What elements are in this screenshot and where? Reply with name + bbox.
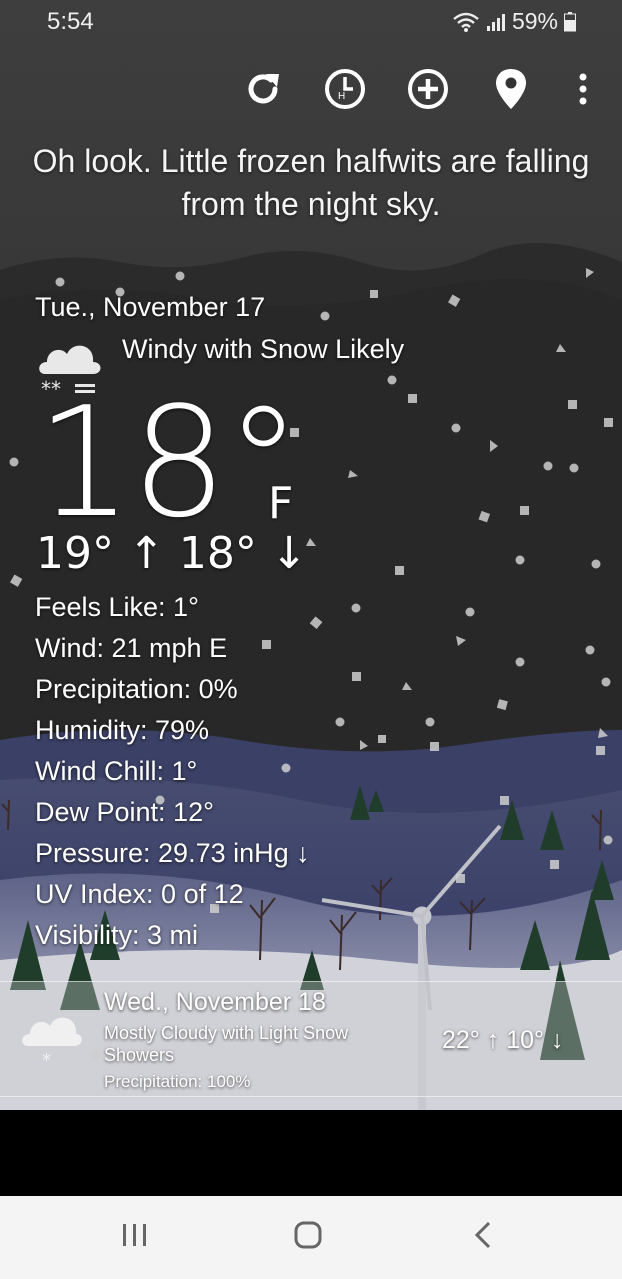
current-temperature: 18°	[36, 374, 301, 551]
weather-quip: Oh look. Little frozen halfwits are fall…	[32, 143, 590, 222]
recent-apps-icon	[121, 1222, 149, 1253]
svg-text:*: *	[42, 1050, 51, 1068]
battery-icon	[564, 11, 576, 32]
back-button[interactable]	[438, 1196, 528, 1279]
refresh-icon	[241, 67, 285, 116]
detail-humidity: Humidity: 79%	[35, 715, 210, 745]
add-location-button[interactable]	[405, 66, 451, 116]
detail-precipitation: Precipitation: 0%	[35, 674, 238, 704]
more-options-button[interactable]	[560, 66, 606, 116]
forecast-date: Wed., November 18	[104, 988, 326, 1016]
add-location-icon	[406, 67, 450, 116]
cloud-snow-icon: *	[18, 1008, 84, 1073]
back-icon	[473, 1220, 493, 1255]
bottom-empty-area	[0, 1110, 622, 1196]
detail-visibility: Visibility: 3 mi	[35, 920, 199, 950]
more-vert-icon	[578, 72, 588, 111]
weather-details-list: Feels Like: 1° Wind: 21 mph E Precipitat…	[35, 588, 310, 957]
location-pin-icon	[494, 67, 528, 116]
status-indicators: 59%	[452, 8, 576, 35]
today-date: Tue., November 17	[35, 292, 266, 322]
forecast-precipitation: Precipitation: 100%	[104, 1072, 251, 1091]
recent-apps-button[interactable]	[90, 1196, 180, 1279]
detail-feels-like: Feels Like: 1°	[35, 592, 199, 622]
detail-wind-chill: Wind Chill: 1°	[35, 756, 198, 786]
detail-uv-index: UV Index: 0 of 12	[35, 879, 244, 909]
history-button[interactable]: H	[322, 66, 368, 116]
wifi-icon	[452, 12, 480, 32]
refresh-button[interactable]	[240, 66, 286, 116]
detail-pressure: Pressure: 29.73 inHg ↓	[35, 838, 310, 868]
action-toolbar: H	[0, 66, 622, 116]
temperature-unit[interactable]: F	[268, 478, 293, 529]
history-clock-icon: H	[323, 67, 367, 116]
home-button[interactable]	[263, 1196, 353, 1279]
today-high-low: 19° ↑ 18° ↓	[36, 528, 308, 579]
svg-text:H: H	[338, 91, 345, 102]
system-navigation-bar	[0, 1196, 622, 1279]
forecast-high-low: 22° ↑ 10° ↓	[442, 1026, 564, 1054]
forecast-day-row[interactable]: * Wed., November 18 Mostly Cloudy with L…	[0, 981, 622, 1097]
forecast-condition: Mostly Cloudy with Light Snow Showers	[104, 1023, 349, 1065]
signal-icon	[486, 12, 506, 32]
battery-percent: 59%	[511, 8, 558, 34]
detail-dew-point: Dew Point: 12°	[35, 797, 214, 827]
detail-wind: Wind: 21 mph E	[35, 633, 228, 663]
home-icon	[293, 1220, 323, 1255]
today-condition: Windy with Snow Likely	[122, 334, 405, 364]
status-time: 5:54	[47, 8, 94, 35]
location-button[interactable]	[488, 66, 534, 116]
status-bar: 5:54 59%	[0, 0, 622, 44]
